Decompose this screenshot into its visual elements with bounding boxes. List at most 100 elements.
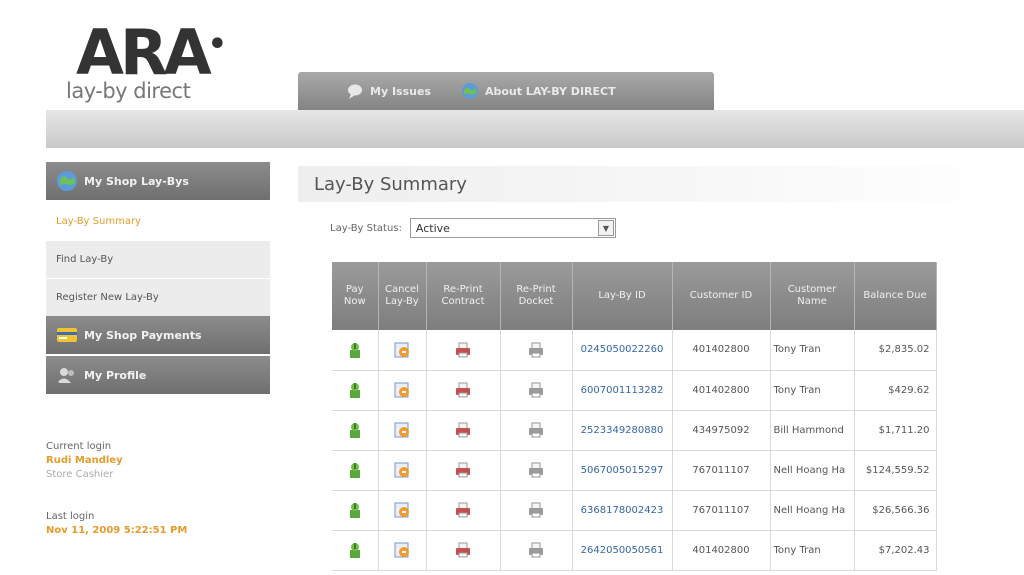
reprint-docket-cell [500, 370, 573, 411]
pay-now-icon[interactable] [346, 341, 364, 359]
nav-tab-about[interactable]: About LAY-BY DIRECT [461, 82, 616, 100]
balance-due-cell: $2,835.02 [854, 330, 937, 371]
pay-now-cell [332, 370, 379, 411]
status-select[interactable]: Active ▼ [409, 218, 616, 238]
status-filter-label: Lay-By Status: [330, 222, 402, 234]
cancel-layby-icon[interactable] [393, 421, 411, 439]
balance-due-cell: $7,202.43 [854, 530, 937, 571]
globe-icon [461, 83, 478, 99]
sidebar-item-find-layby[interactable]: Find Lay-By [46, 240, 270, 278]
reprint-docket-cell [500, 410, 573, 451]
reprint-contract-cell [426, 450, 501, 491]
page-title-text: Lay-By Summary [314, 173, 467, 195]
customer-name-cell: Tony Tran [770, 330, 855, 371]
sidebar-section-shop-payments[interactable]: My Shop Payments [46, 316, 270, 354]
cancel-cell [378, 490, 427, 531]
cancel-cell [378, 370, 427, 411]
reprint-contract-cell [426, 490, 501, 531]
cancel-cell [378, 450, 427, 491]
reprint-docket-cell [500, 450, 573, 491]
pay-now-icon[interactable] [346, 421, 364, 439]
table-header-row: Pay Now Cancel Lay-By Re-Print Contract … [332, 262, 937, 330]
table-row: 5067005015297 767011107 Nell Hoang Ha $1… [332, 450, 937, 491]
reprint-contract-cell [426, 410, 501, 451]
sidebar-section-label: My Profile [84, 368, 147, 382]
sidebar-section-shop-laybys[interactable]: My Shop Lay-Bys [46, 162, 270, 200]
printer-grey-icon[interactable] [527, 501, 545, 519]
table-body: 0245050022260 401402800 Tony Tran $2,835… [332, 330, 937, 571]
chat-icon [348, 84, 362, 99]
printer-red-icon[interactable] [454, 501, 472, 519]
reprint-contract-cell [426, 330, 501, 371]
sidebar-item-label: Lay-By Summary [56, 215, 141, 227]
cancel-layby-icon[interactable] [393, 341, 411, 359]
logo-tagline: lay-by direct [66, 79, 191, 103]
printer-red-icon[interactable] [454, 381, 472, 399]
logo-dot: • [207, 27, 227, 62]
ara-logo[interactable]: ARA• lay-by direct [66, 14, 266, 104]
col-header-balance-due: Balance Due [854, 262, 937, 330]
printer-red-icon[interactable] [454, 341, 472, 359]
printer-grey-icon[interactable] [527, 461, 545, 479]
sidebar-section-profile[interactable]: My Profile [46, 356, 270, 394]
customer-name-cell: Tony Tran [770, 370, 855, 411]
printer-grey-icon[interactable] [527, 341, 545, 359]
customer-id-cell: 434975092 [672, 410, 771, 451]
layby-table: Pay Now Cancel Lay-By Re-Print Contract … [332, 262, 1024, 575]
printer-red-icon[interactable] [454, 421, 472, 439]
pay-now-icon[interactable] [346, 501, 364, 519]
layby-id-link[interactable]: 6368178002423 [572, 490, 673, 531]
chevron-down-icon[interactable]: ▼ [597, 220, 614, 236]
last-login-label: Last login [46, 511, 95, 522]
sidebar-item-label: Register New Lay-By [56, 292, 159, 303]
sidebar: My Shop Lay-Bys Lay-By Summary Find Lay-… [46, 162, 270, 396]
balance-due-cell: $1,711.20 [854, 410, 937, 451]
balance-due-cell: $26,566.36 [854, 490, 937, 531]
current-login-role: Store Cashier [46, 469, 114, 480]
printer-grey-icon[interactable] [527, 381, 545, 399]
col-header-pay-now: Pay Now [332, 262, 379, 330]
layby-id-link[interactable]: 2523349280880 [572, 410, 673, 451]
current-login-name: Rudi Mandley [46, 455, 123, 466]
printer-red-icon[interactable] [454, 541, 472, 559]
user-icon [57, 368, 74, 383]
balance-due-cell: $429.62 [854, 370, 937, 411]
customer-id-cell: 767011107 [672, 490, 771, 531]
login-info: Current login Rudi Mandley Store Cashier… [46, 440, 270, 538]
header-bar [46, 110, 1024, 148]
top-nav: My Issues About LAY-BY DIRECT [298, 72, 714, 110]
page-title: Lay-By Summary [298, 166, 1024, 202]
col-header-reprint-contract: Re-Print Contract [426, 262, 501, 330]
layby-id-link[interactable]: 6007001113282 [572, 370, 673, 411]
cancel-layby-icon[interactable] [393, 461, 411, 479]
layby-id-link[interactable]: 5067005015297 [572, 450, 673, 491]
layby-id-link[interactable]: 0245050022260 [572, 330, 673, 371]
customer-id-cell: 401402800 [672, 330, 771, 371]
sidebar-section-label: My Shop Payments [84, 328, 202, 342]
col-header-layby-id: Lay-By ID [572, 262, 673, 330]
nav-tab-my-issues[interactable]: My Issues [346, 82, 431, 100]
customer-name-cell: Tony Tran [770, 530, 855, 571]
balance-due-cell: $124,559.52 [854, 450, 937, 491]
pay-now-icon[interactable] [346, 381, 364, 399]
nav-tab-label: About LAY-BY DIRECT [484, 84, 616, 98]
pay-now-cell [332, 410, 379, 451]
reprint-docket-cell [500, 330, 573, 371]
pay-now-icon[interactable] [346, 461, 364, 479]
cancel-layby-icon[interactable] [393, 381, 411, 399]
printer-grey-icon[interactable] [527, 421, 545, 439]
sidebar-item-layby-summary[interactable]: Lay-By Summary [46, 202, 270, 240]
cancel-layby-icon[interactable] [393, 541, 411, 559]
cancel-layby-icon[interactable] [393, 501, 411, 519]
table-row: 0245050022260 401402800 Tony Tran $2,835… [332, 330, 937, 371]
status-filter: Lay-By Status: Active ▼ [330, 218, 616, 238]
globe-icon [57, 171, 77, 191]
customer-id-cell: 767011107 [672, 450, 771, 491]
pay-now-cell [332, 490, 379, 531]
printer-grey-icon[interactable] [527, 541, 545, 559]
printer-red-icon[interactable] [454, 461, 472, 479]
pay-now-icon[interactable] [346, 541, 364, 559]
layby-id-link[interactable]: 2642050050561 [572, 530, 673, 571]
sidebar-item-register-layby[interactable]: Register New Lay-By [46, 278, 270, 316]
reprint-docket-cell [500, 530, 573, 571]
